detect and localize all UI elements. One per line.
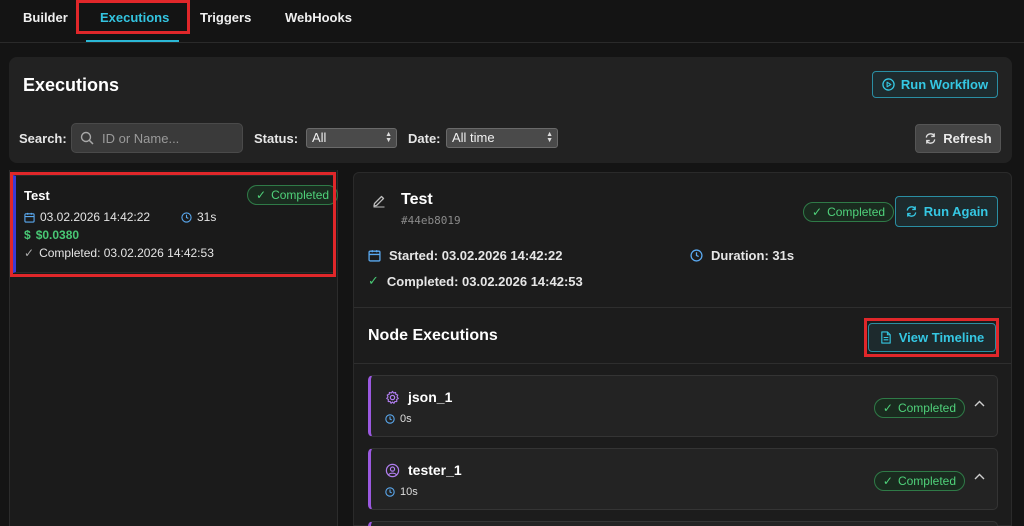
node-duration: 10s xyxy=(385,486,418,498)
execution-detail-panel: Test #44eb8019 ✓ Completed Run Again Sta… xyxy=(353,172,1012,526)
check-icon: ✓ xyxy=(882,474,893,488)
node-name-text: tester_1 xyxy=(408,462,462,478)
chevron-up-icon[interactable] xyxy=(974,400,985,407)
run-workflow-button[interactable]: Run Workflow xyxy=(872,71,998,98)
status-badge-label: Completed xyxy=(827,205,886,219)
executions-header-panel: Executions Run Workflow Search: Status: … xyxy=(9,57,1012,163)
divider xyxy=(354,307,1011,308)
clock-icon xyxy=(690,249,703,262)
started-text: Started: 03.02.2026 14:42:22 xyxy=(389,248,563,263)
play-circle-icon xyxy=(882,78,895,91)
view-timeline-label: View Timeline xyxy=(898,330,985,345)
node-name: tester_1 xyxy=(385,462,462,478)
calendar-icon xyxy=(24,212,35,223)
clock-icon xyxy=(385,487,395,497)
node-name-text: json_1 xyxy=(408,389,453,405)
duration-text: Duration: 31s xyxy=(711,248,795,263)
refresh-icon xyxy=(905,205,918,218)
node-execution-item[interactable]: tester_1 10s ✓ Completed xyxy=(368,448,998,510)
run-workflow-label: Run Workflow xyxy=(900,77,989,92)
node-executions-title: Node Executions xyxy=(368,327,498,344)
execution-list-item[interactable]: Test ✓ Completed 03.02.2026 14:42:22 31s… xyxy=(13,175,339,273)
page-title: Executions xyxy=(23,75,120,95)
run-again-button[interactable]: Run Again xyxy=(895,196,998,227)
execution-completed: ✓ Completed: 03.02.2026 14:42:53 xyxy=(24,246,214,260)
status-badge-label: Completed xyxy=(897,401,956,415)
user-icon xyxy=(385,463,400,478)
node-duration: 0s xyxy=(385,413,412,425)
completed-info: ✓ Completed: 03.02.2026 14:42:53 xyxy=(368,273,583,289)
active-tab-indicator xyxy=(86,40,179,42)
duration-info: Duration: 31s xyxy=(690,248,794,263)
divider xyxy=(354,363,1011,364)
started-info: Started: 03.02.2026 14:42:22 xyxy=(368,248,562,263)
execution-date-text: 03.02.2026 14:42:22 xyxy=(40,210,151,224)
clock-icon xyxy=(385,414,395,424)
execution-name: Test xyxy=(24,188,50,203)
check-icon: ✓ xyxy=(812,205,823,219)
execution-list: Test ✓ Completed 03.02.2026 14:42:22 31s… xyxy=(9,170,339,526)
dollar-icon: $ xyxy=(24,228,31,242)
refresh-label: Refresh xyxy=(943,131,992,146)
tab-webhooks[interactable]: WebHooks xyxy=(285,10,352,32)
refresh-button[interactable]: Refresh xyxy=(915,124,1001,153)
search-input[interactable] xyxy=(102,130,222,146)
execution-date: 03.02.2026 14:42:22 xyxy=(24,210,150,224)
view-timeline-button[interactable]: View Timeline xyxy=(868,323,996,352)
date-label: Date: xyxy=(408,131,441,146)
document-icon xyxy=(880,331,892,344)
tab-executions[interactable]: Executions xyxy=(100,10,169,32)
node-execution-item[interactable]: json_1 0s ✓ Completed xyxy=(368,375,998,437)
top-tabs: Builder Executions Triggers WebHooks xyxy=(0,0,1024,43)
clock-icon xyxy=(181,211,192,223)
check-icon: ✓ xyxy=(256,188,267,202)
status-badge: ✓ Completed xyxy=(873,471,965,491)
date-select-value: All time xyxy=(452,130,495,145)
date-select[interactable]: All time ▲ ▼ xyxy=(446,128,558,148)
status-badge: ✓ Completed xyxy=(873,398,965,418)
execution-duration: 31s xyxy=(181,210,216,224)
select-arrows-icon: ▲ ▼ xyxy=(546,131,553,144)
node-duration-text: 0s xyxy=(400,413,412,425)
status-badge: ✓ Completed xyxy=(803,202,895,222)
search-field[interactable] xyxy=(71,123,243,153)
chevron-up-icon[interactable] xyxy=(974,473,985,480)
status-select-value: All xyxy=(312,130,327,145)
calendar-icon xyxy=(368,249,381,262)
execution-completed-text: Completed: 03.02.2026 14:42:53 xyxy=(39,246,214,260)
execution-id: #44eb8019 xyxy=(401,214,461,227)
tab-builder[interactable]: Builder xyxy=(23,10,68,32)
gear-icon xyxy=(385,390,400,405)
execution-cost: $ $0.0380 xyxy=(24,228,79,242)
execution-duration-text: 31s xyxy=(197,210,217,224)
node-name: json_1 xyxy=(385,389,452,405)
detail-title: Test xyxy=(401,191,433,208)
search-label: Search: xyxy=(19,131,67,146)
status-badge-label: Completed xyxy=(271,188,330,202)
run-again-label: Run Again xyxy=(923,204,989,219)
tab-triggers[interactable]: Triggers xyxy=(200,10,251,32)
status-badge: ✓ Completed xyxy=(247,185,339,205)
check-icon: ✓ xyxy=(882,401,893,415)
status-label: Status: xyxy=(254,131,299,146)
check-icon: ✓ xyxy=(24,246,35,260)
status-select[interactable]: All ▲ ▼ xyxy=(306,128,397,148)
select-arrows-icon: ▲ ▼ xyxy=(385,131,392,144)
node-duration-text: 10s xyxy=(400,486,418,498)
node-execution-item[interactable] xyxy=(368,521,998,526)
completed-text: Completed: 03.02.2026 14:42:53 xyxy=(386,273,583,289)
execution-cost-text: $0.0380 xyxy=(35,228,80,242)
status-badge-label: Completed xyxy=(897,474,956,488)
search-icon xyxy=(80,131,94,145)
refresh-icon xyxy=(924,132,937,145)
check-icon: ✓ xyxy=(368,273,379,288)
edit-icon[interactable] xyxy=(372,194,386,208)
